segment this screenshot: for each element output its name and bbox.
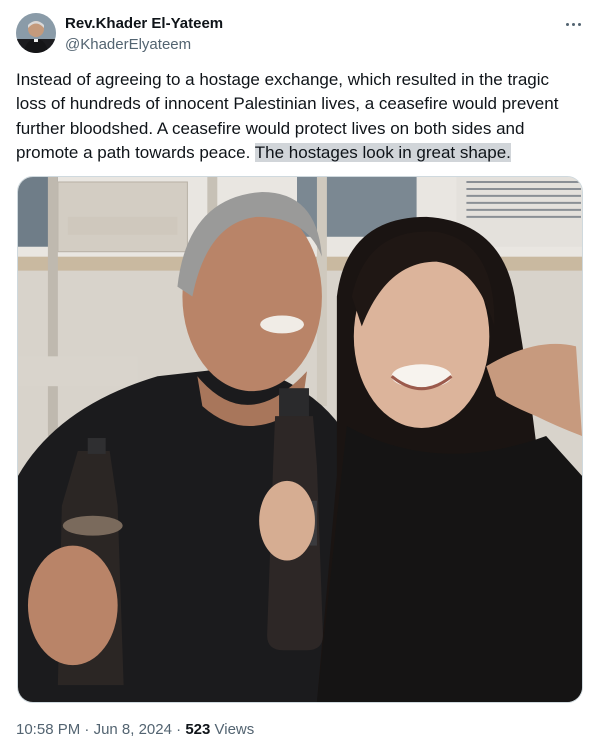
author-handle[interactable]: @KhaderElyateem [65, 35, 191, 55]
tweet-text-highlighted: The hostages look in great shape. [254, 142, 511, 162]
avatar-image [16, 13, 56, 53]
views-count[interactable]: 523 [185, 721, 210, 738]
author-avatar[interactable] [16, 13, 56, 53]
more-dot [577, 22, 581, 26]
meta-separator: · [84, 721, 90, 738]
tweet-time[interactable]: 10:58 PM [16, 721, 80, 738]
author-display-name[interactable]: Rev.Khader El-Yateem [65, 14, 223, 34]
more-options-button[interactable] [558, 12, 588, 36]
tweet-meta: 10:58 PM · Jun 8, 2024 · 523 Views [16, 720, 254, 740]
more-dot [571, 22, 575, 26]
tweet-date[interactable]: Jun 8, 2024 [94, 721, 172, 738]
more-horizontal-icon [565, 22, 569, 26]
tweet-text: Instead of agreeing to a hostage exchang… [16, 68, 582, 165]
views-label: Views [214, 721, 255, 738]
meta-separator-2: · [176, 721, 182, 738]
tweet-card: Rev.Khader El-Yateem @KhaderElyateem Ins… [0, 0, 596, 746]
tweet-photo[interactable] [17, 176, 583, 703]
photo-image [18, 177, 582, 702]
